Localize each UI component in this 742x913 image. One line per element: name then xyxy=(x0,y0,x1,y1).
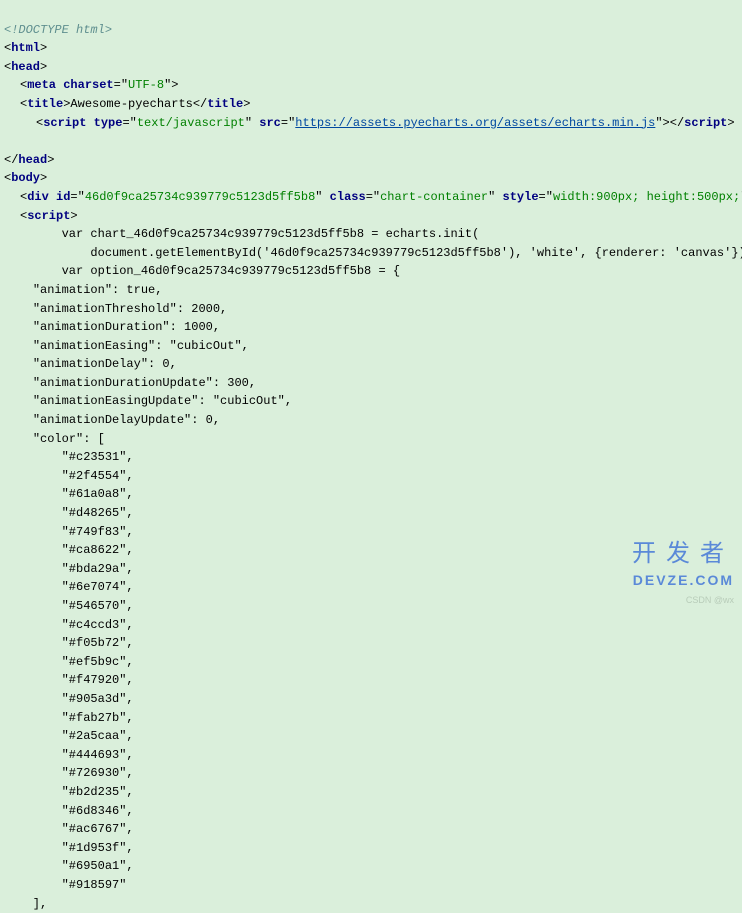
head-open: head xyxy=(11,60,40,74)
color-19: "#6d8346", xyxy=(62,804,134,818)
class-attr: class xyxy=(330,190,366,204)
id-attr: id xyxy=(56,190,70,204)
js-init-1: var chart_46d0f9ca25734c939779c5123d5ff5… xyxy=(4,227,479,241)
js-opt: var option_46d0f9ca25734c939779c5123d5ff… xyxy=(4,264,400,278)
color-13: "#905a3d", xyxy=(62,692,134,706)
color-20: "#ac6767", xyxy=(62,822,134,836)
color-23: "#918597" xyxy=(62,878,127,892)
color-21: "#1d953f", xyxy=(62,841,134,855)
opt-dur-update: "animationDurationUpdate": 300, xyxy=(33,376,256,390)
color-11: "#ef5b9c", xyxy=(62,655,134,669)
color-9: "#c4ccd3", xyxy=(62,618,134,632)
color-16: "#444693", xyxy=(62,748,134,762)
div-open: div xyxy=(27,190,49,204)
color-1: "#2f4554", xyxy=(62,469,134,483)
opt-threshold: "animationThreshold": 2000, xyxy=(33,302,227,316)
charset-val: UTF-8 xyxy=(128,78,164,92)
color-15: "#2a5caa", xyxy=(62,729,134,743)
title-text: Awesome-pyecharts xyxy=(70,97,192,111)
opt-easing: "animationEasing": "cubicOut", xyxy=(33,339,249,353)
color-12: "#f47920", xyxy=(62,673,134,687)
color-6: "#bda29a", xyxy=(62,562,134,576)
color-4: "#749f83", xyxy=(62,525,134,539)
color-8: "#546570", xyxy=(62,599,134,613)
colors-close: ], xyxy=(4,897,47,911)
script-open: script xyxy=(43,116,86,130)
style-attr: style xyxy=(503,190,539,204)
doctype-line: <!DOCTYPE html> xyxy=(4,23,112,37)
class-val: chart-container xyxy=(380,190,488,204)
type-val: text/javascript xyxy=(137,116,245,130)
opt-duration: "animationDuration": 1000, xyxy=(33,320,220,334)
title-close: title xyxy=(207,97,243,111)
charset-attr: charset xyxy=(63,78,113,92)
color-18: "#b2d235", xyxy=(62,785,134,799)
opt-animation: "animation": true, xyxy=(33,283,163,297)
color-3: "#d48265", xyxy=(62,506,134,520)
opt-color-key: "color": [ xyxy=(33,432,105,446)
opt-easing-update: "animationEasingUpdate": "cubicOut", xyxy=(33,394,292,408)
src-val[interactable]: https://assets.pyecharts.org/assets/echa… xyxy=(295,116,655,130)
color-17: "#726930", xyxy=(62,766,134,780)
color-5: "#ca8622", xyxy=(62,543,134,557)
code-block: <!DOCTYPE html> <html> <head> <meta char… xyxy=(0,0,742,913)
html-open: html xyxy=(11,41,40,55)
color-2: "#61a0a8", xyxy=(62,487,134,501)
src-attr: src xyxy=(259,116,281,130)
script-close: script xyxy=(684,116,727,130)
id-val: 46d0f9ca25734c939779c5123d5ff5b8 xyxy=(85,190,315,204)
script2-open: script xyxy=(27,209,70,223)
color-0: "#c23531", xyxy=(62,450,134,464)
color-14: "#fab27b", xyxy=(62,711,134,725)
js-init-2: document.getElementById('46d0f9ca25734c9… xyxy=(4,246,742,260)
style-val: width:900px; height:500px; xyxy=(553,190,740,204)
color-10: "#f05b72", xyxy=(62,636,134,650)
color-22: "#6950a1", xyxy=(62,859,134,873)
body-open: body xyxy=(11,171,40,185)
opt-delay-update: "animationDelayUpdate": 0, xyxy=(33,413,220,427)
title-open: title xyxy=(27,97,63,111)
opt-delay: "animationDelay": 0, xyxy=(33,357,177,371)
head-close: head xyxy=(18,153,47,167)
color-7: "#6e7074", xyxy=(62,580,134,594)
type-attr: type xyxy=(94,116,123,130)
meta-tag: meta xyxy=(27,78,56,92)
